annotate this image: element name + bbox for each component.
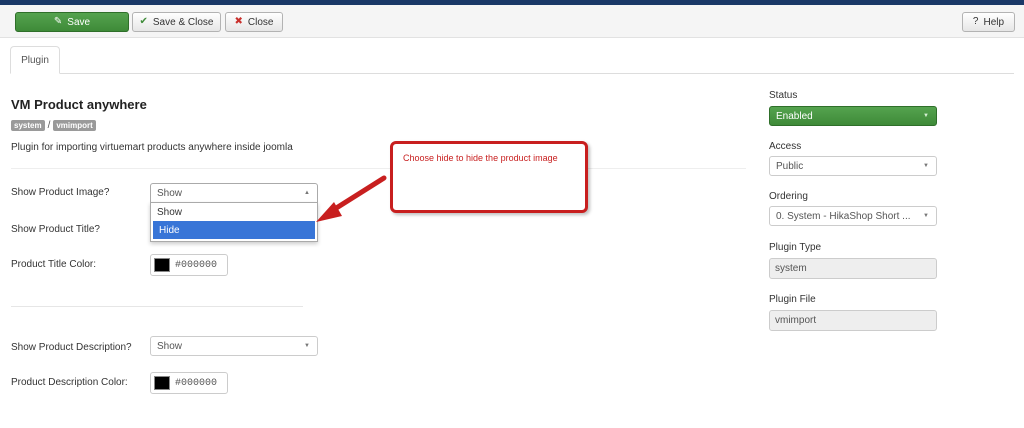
- plugin-type-value: system: [775, 263, 807, 274]
- divider: [11, 168, 746, 169]
- save-icon: ✎: [53, 16, 63, 27]
- tab-plugin[interactable]: Plugin: [10, 46, 60, 74]
- annotation-text: Choose hide to hide the product image: [403, 153, 558, 163]
- show-image-label: Show Product Image?: [11, 187, 110, 198]
- show-image-select[interactable]: Show ▲: [150, 183, 318, 203]
- tag-separator: /: [47, 120, 51, 131]
- option-show[interactable]: Show: [151, 203, 317, 221]
- save-button[interactable]: ✎ Save: [15, 12, 129, 32]
- plugin-description: Plugin for importing virtuemart products…: [11, 142, 293, 153]
- title-color-field[interactable]: #000000: [150, 254, 228, 276]
- tag-system: system: [11, 120, 45, 131]
- description-color-field[interactable]: #000000: [150, 372, 228, 394]
- show-description-label: Show Product Description?: [11, 342, 132, 353]
- save-close-label: Save & Close: [152, 16, 214, 28]
- description-color-value: #000000: [175, 377, 218, 389]
- ordering-select[interactable]: 0. System - HikaShop Short ... ▼: [769, 206, 937, 226]
- save-close-button[interactable]: ✔ Save & Close: [132, 12, 221, 32]
- plugin-file-value: vmimport: [775, 315, 817, 326]
- status-value: Enabled: [776, 110, 813, 122]
- ordering-value: 0. System - HikaShop Short ...: [776, 210, 911, 222]
- status-label: Status: [769, 90, 798, 101]
- show-description-select[interactable]: Show ▼: [150, 336, 318, 356]
- check-icon: ✔: [139, 16, 148, 27]
- close-icon: ✖: [234, 16, 243, 27]
- description-color-label: Product Description Color:: [11, 377, 128, 388]
- access-label: Access: [769, 141, 802, 152]
- title-color-label: Product Title Color:: [11, 259, 97, 270]
- help-label: Help: [983, 16, 1005, 28]
- chevron-down-icon: ▼: [923, 163, 929, 169]
- plugin-file-label: Plugin File: [769, 294, 816, 305]
- plugin-tags: system / vmimport: [11, 120, 96, 131]
- chevron-down-icon: ▼: [923, 113, 929, 119]
- status-select[interactable]: Enabled ▼: [769, 106, 937, 126]
- save-label: Save: [67, 16, 91, 28]
- tab-bar-line: [10, 73, 1014, 74]
- close-button[interactable]: ✖ Close: [225, 12, 283, 32]
- chevron-up-icon: ▲: [304, 190, 310, 196]
- annotation-callout: Choose hide to hide the product image: [390, 141, 588, 213]
- divider: [11, 306, 303, 307]
- help-button[interactable]: ? Help: [962, 12, 1015, 32]
- chevron-down-icon: ▼: [923, 213, 929, 219]
- tag-vmimport: vmimport: [53, 120, 96, 131]
- show-image-dropdown: Show Hide: [150, 202, 318, 242]
- title-color-value: #000000: [175, 259, 218, 271]
- question-icon: ?: [972, 16, 979, 27]
- page-title: VM Product anywhere: [11, 97, 147, 112]
- plugin-type-label: Plugin Type: [769, 242, 822, 253]
- access-value: Public: [776, 160, 804, 172]
- toolbar: ✎ Save ✔ Save & Close ✖ Close ? Help: [0, 5, 1024, 38]
- show-description-value: Show: [157, 340, 183, 352]
- tab-plugin-label: Plugin: [21, 54, 49, 66]
- color-swatch[interactable]: [154, 258, 170, 272]
- show-image-value: Show: [157, 187, 183, 199]
- plugin-file-field: vmimport: [769, 310, 937, 331]
- plugin-type-field: system: [769, 258, 937, 279]
- option-hide[interactable]: Hide: [153, 221, 315, 239]
- show-title-label: Show Product Title?: [11, 224, 100, 235]
- close-label: Close: [247, 16, 274, 28]
- access-select[interactable]: Public ▼: [769, 156, 937, 176]
- color-swatch[interactable]: [154, 376, 170, 390]
- ordering-label: Ordering: [769, 191, 808, 202]
- chevron-down-icon: ▼: [304, 343, 310, 349]
